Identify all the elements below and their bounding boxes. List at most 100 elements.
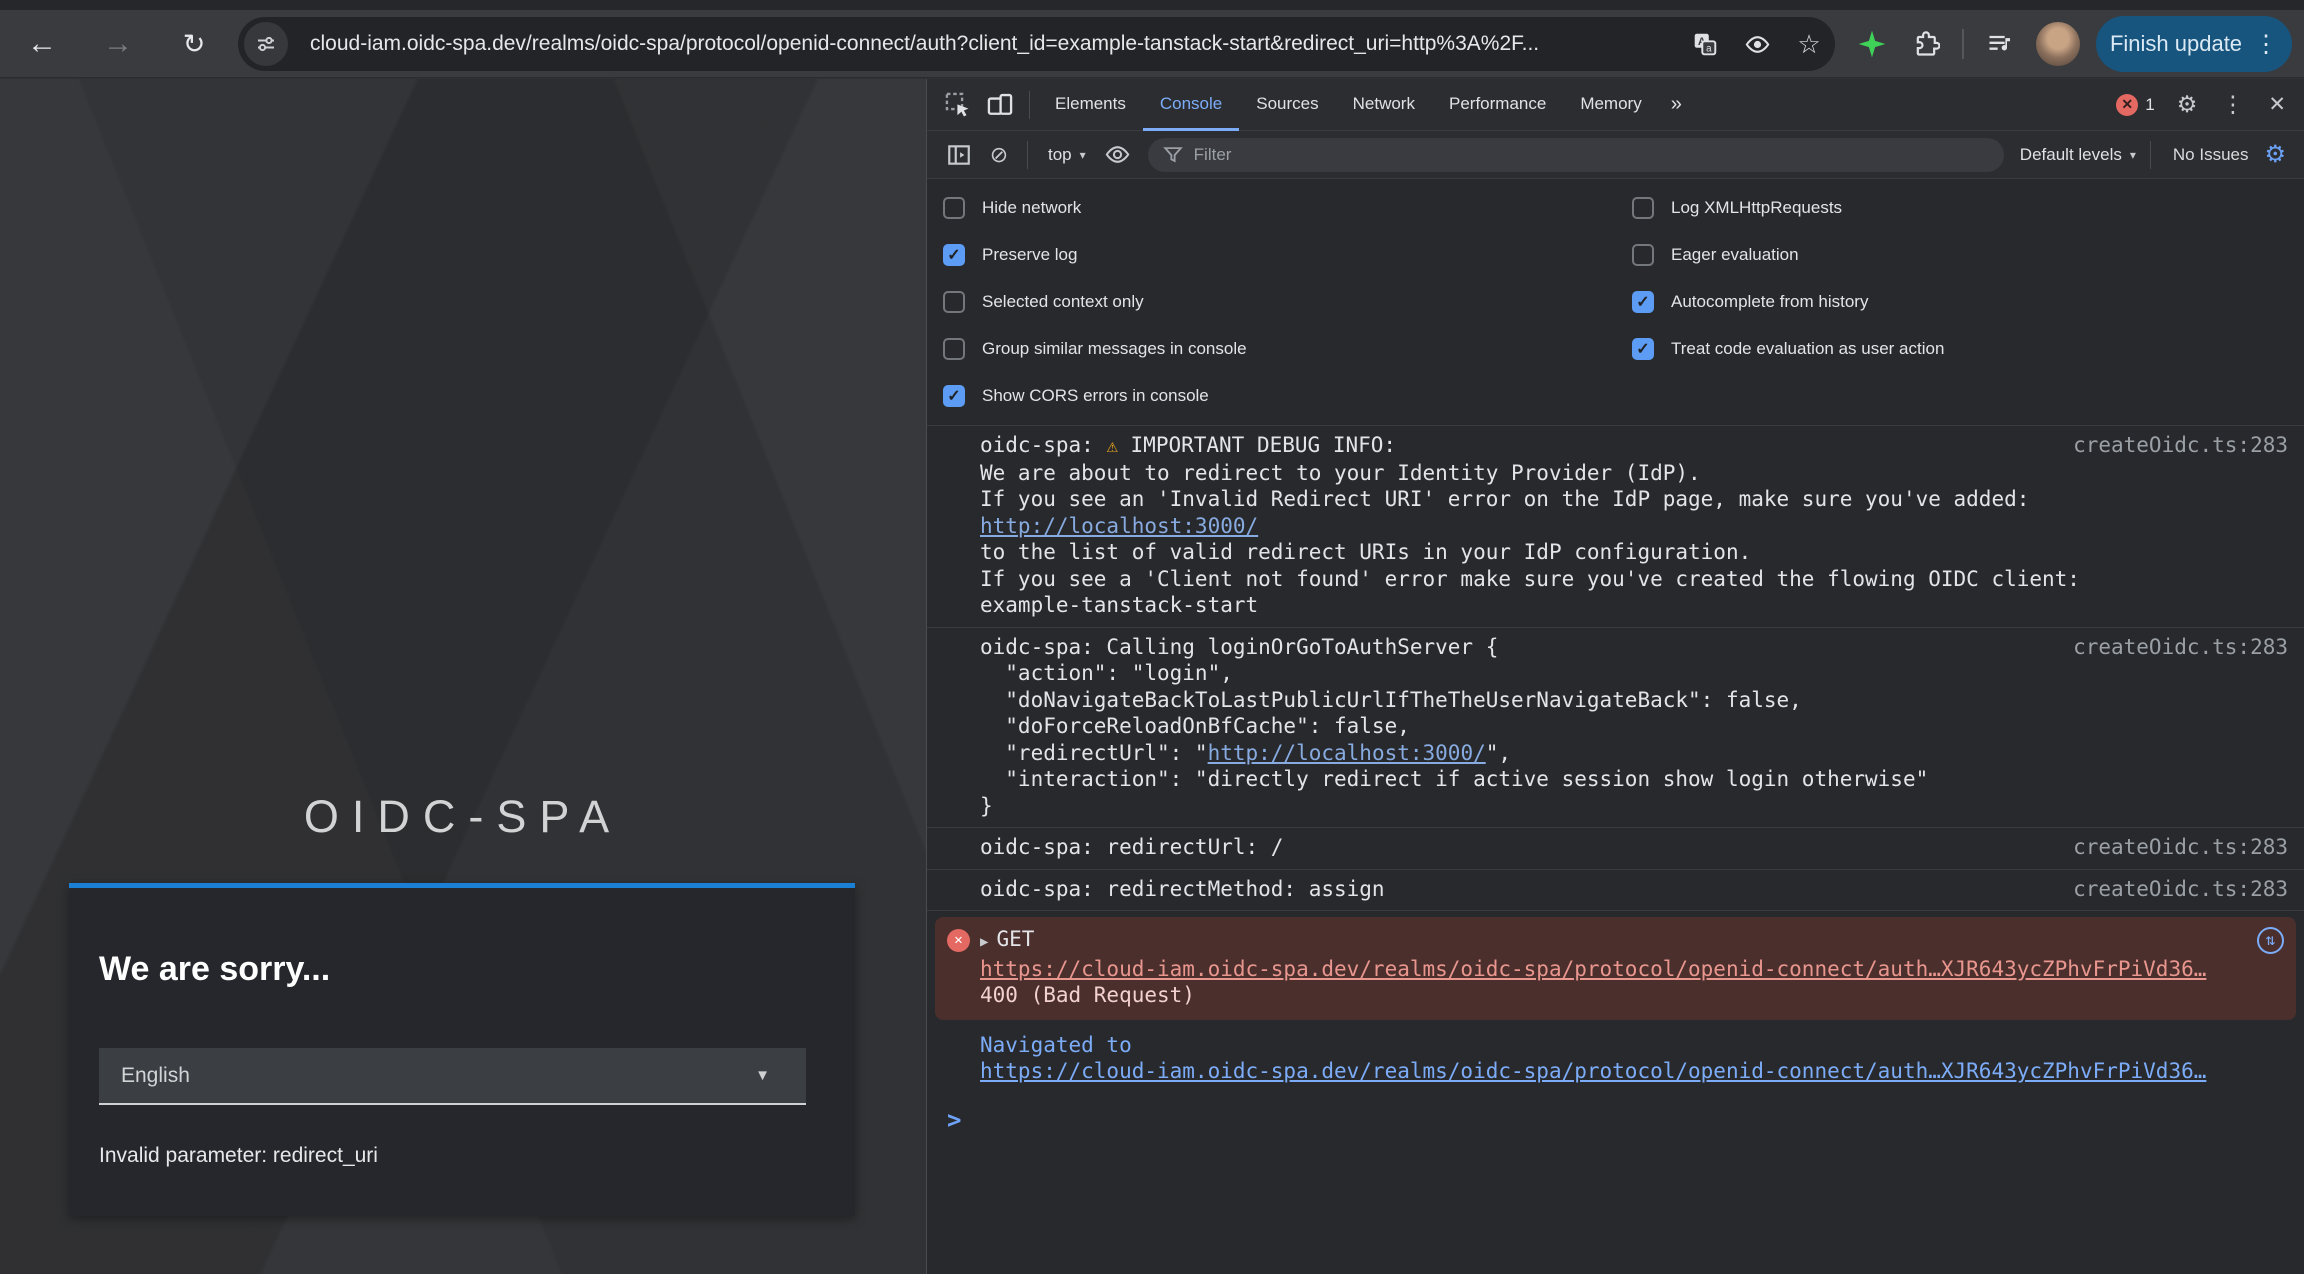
console-toolbar: ⊘ top ▾ Filter Default levels ▾ No Issue…	[927, 131, 2304, 179]
kebab-icon: ⋮	[2221, 91, 2244, 117]
funnel-icon	[1162, 144, 1184, 166]
console-settings-button[interactable]: ⚙	[2262, 140, 2292, 169]
localhost-link[interactable]: http://localhost:3000/	[1208, 741, 1486, 765]
tabbar-divider	[1029, 91, 1030, 119]
setting-group-similar[interactable]: Group similar messages in console	[943, 325, 1247, 372]
tab-sources[interactable]: Sources	[1239, 79, 1335, 131]
source-link[interactable]: createOidc.ts:283	[2073, 432, 2288, 459]
message-text: }	[980, 793, 2288, 820]
setting-label: Preserve log	[982, 245, 1077, 265]
console-sidebar-button[interactable]	[939, 131, 979, 179]
filter-input[interactable]: Filter	[1148, 138, 2004, 172]
tab-console[interactable]: Console	[1143, 79, 1239, 131]
checkbox[interactable]	[943, 338, 965, 360]
reload-button[interactable]: ↻	[168, 10, 220, 78]
url-text[interactable]: cloud-iam.oidc-spa.dev/realms/oidc-spa/p…	[310, 32, 1679, 56]
live-expression-button[interactable]	[1098, 131, 1138, 179]
back-icon: ←	[27, 27, 57, 61]
message-text: If you see an 'Invalid Redirect URI' err…	[980, 486, 2288, 513]
checkbox[interactable]	[943, 385, 965, 407]
setting-selected-context[interactable]: Selected context only	[943, 278, 1247, 325]
back-button[interactable]: ←	[16, 10, 68, 78]
issues-counter[interactable]: No Issues	[2159, 145, 2263, 165]
console-message-debug-info: createOidc.ts:283 oidc-spa: ⚠ IMPORTANT …	[927, 426, 2304, 628]
setting-show-cors[interactable]: Show CORS errors in console	[943, 372, 1247, 419]
finish-update-button[interactable]: Finish update ⋮	[2096, 16, 2292, 72]
checkbox[interactable]	[1632, 338, 1654, 360]
localhost-link[interactable]: http://localhost:3000/	[980, 514, 1258, 538]
message-text: example-tanstack-start	[980, 592, 2288, 619]
message-text: "action": "login",	[980, 660, 2288, 687]
media-playlist-icon	[1986, 30, 2014, 58]
message-text: "interaction": "directly redirect if act…	[980, 766, 2288, 793]
setting-label: Hide network	[982, 198, 1081, 218]
console-message-login-call: createOidc.ts:283 oidc-spa: Calling logi…	[927, 628, 2304, 829]
setting-label: Group similar messages in console	[982, 339, 1247, 359]
devtools-close-button[interactable]: ✕	[2256, 92, 2304, 117]
source-link[interactable]: createOidc.ts:283	[2073, 876, 2288, 903]
toolbar-divider	[1962, 29, 1964, 59]
clear-console-icon: ⊘	[990, 142, 1008, 168]
checkbox[interactable]	[1632, 244, 1654, 266]
tab-performance[interactable]: Performance	[1432, 79, 1563, 131]
source-link[interactable]: createOidc.ts:283	[2073, 634, 2288, 661]
tab-elements[interactable]: Elements	[1038, 79, 1143, 131]
browser-menu-icon[interactable]: ⋮	[2254, 30, 2278, 59]
site-settings-button[interactable]	[244, 22, 288, 66]
setting-log-xhr[interactable]: Log XMLHttpRequests	[1632, 184, 1944, 231]
setting-eager-eval[interactable]: Eager evaluation	[1632, 231, 1944, 278]
message-text: "redirectUrl": "	[980, 741, 1208, 765]
tab-memory[interactable]: Memory	[1563, 79, 1658, 131]
error-count-badge[interactable]: ✕ 1	[2116, 94, 2154, 116]
bookmark-button[interactable]: ☆	[1783, 17, 1835, 71]
devtools-menu-button[interactable]: ⋮	[2209, 91, 2256, 118]
more-tabs-button[interactable]: »	[1659, 93, 1694, 116]
checkbox[interactable]	[1632, 197, 1654, 219]
preview-button[interactable]	[1731, 17, 1783, 71]
devtools-tab-bar: Elements Console Sources Network Perform…	[927, 79, 2304, 131]
select-caret-icon: ▼	[755, 1067, 770, 1084]
checkbox[interactable]	[943, 244, 965, 266]
translate-icon: A a	[1692, 31, 1718, 57]
failed-request-link[interactable]: https://cloud-iam.oidc-spa.dev/realms/oi…	[980, 957, 2206, 981]
context-selector[interactable]: top ▾	[1036, 145, 1098, 165]
error-heading: We are sorry...	[99, 950, 330, 989]
message-text: to the list of valid redirect URIs in yo…	[980, 539, 2288, 566]
setting-hide-network[interactable]: Hide network	[943, 184, 1247, 231]
inspect-cursor-icon	[944, 91, 972, 119]
warning-icon: ⚠	[1106, 435, 1117, 457]
console-prompt[interactable]: >	[927, 1093, 2304, 1134]
setting-preserve-log[interactable]: Preserve log	[943, 231, 1247, 278]
checkbox[interactable]	[943, 291, 965, 313]
checkbox[interactable]	[943, 197, 965, 219]
language-select[interactable]: English ▼	[99, 1048, 806, 1105]
translate-button[interactable]: A a	[1679, 17, 1731, 71]
devtools-panel: Elements Console Sources Network Perform…	[926, 79, 2304, 1274]
forward-button[interactable]: →	[92, 10, 144, 78]
media-controls-button[interactable]	[1978, 10, 2022, 78]
finish-update-label: Finish update	[2110, 31, 2242, 57]
setting-treat-eval-user-action[interactable]: Treat code evaluation as user action	[1632, 325, 1944, 372]
request-method: GET	[996, 927, 1034, 951]
caret-down-icon: ▾	[2130, 148, 2136, 162]
extension-pinned-button[interactable]	[1850, 10, 1894, 78]
tab-network[interactable]: Network	[1336, 79, 1432, 131]
network-request-icon[interactable]: ⇅	[2257, 927, 2284, 954]
devtools-settings-button[interactable]: ⚙	[2165, 91, 2210, 118]
log-levels-selector[interactable]: Default levels ▾	[2020, 145, 2142, 165]
console-navigated-message: Navigated to https://cloud-iam.oidc-spa.…	[927, 1022, 2304, 1093]
inspect-element-button[interactable]	[937, 79, 979, 131]
navigated-link[interactable]: https://cloud-iam.oidc-spa.dev/realms/oi…	[980, 1059, 2206, 1083]
address-bar[interactable]: cloud-iam.oidc-spa.dev/realms/oidc-spa/p…	[238, 17, 1835, 71]
setting-autocomplete-history[interactable]: Autocomplete from history	[1632, 278, 1944, 325]
clear-console-button[interactable]: ⊘	[979, 131, 1019, 179]
checkbox[interactable]	[1632, 291, 1654, 313]
browser-toolbar: ← → ↻ cloud-iam.oidc-spa.dev/realms/oidc…	[0, 10, 2304, 78]
source-link[interactable]: createOidc.ts:283	[2073, 834, 2288, 861]
setting-label: Selected context only	[982, 292, 1144, 312]
extensions-button[interactable]	[1904, 10, 1948, 78]
expand-arrow-icon[interactable]: ▶	[980, 934, 988, 950]
profile-avatar[interactable]	[2036, 22, 2080, 66]
device-toolbar-button[interactable]	[979, 79, 1021, 131]
eye-icon	[1744, 31, 1771, 58]
